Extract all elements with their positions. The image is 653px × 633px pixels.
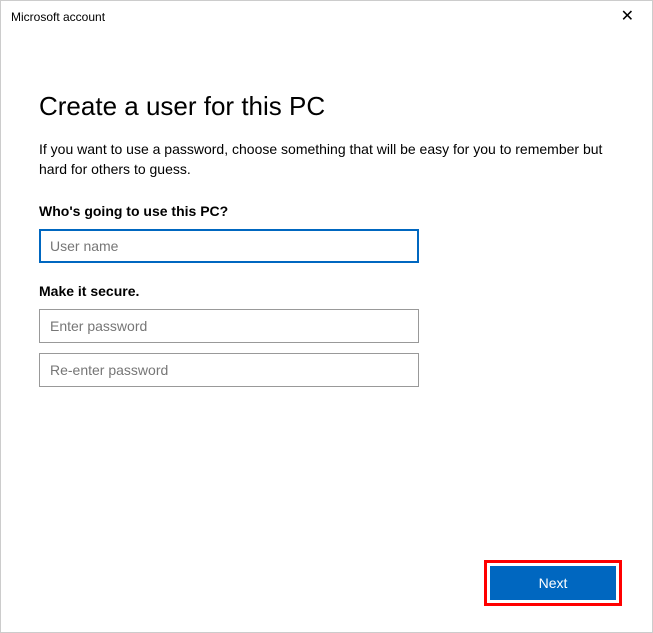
close-icon[interactable]: ✕ xyxy=(615,7,640,27)
titlebar: Microsoft account ✕ xyxy=(1,1,652,31)
page-heading: Create a user for this PC xyxy=(39,91,614,122)
next-button[interactable]: Next xyxy=(490,566,616,600)
confirm-password-input[interactable] xyxy=(39,353,419,387)
password-input[interactable] xyxy=(39,309,419,343)
password-section: Make it secure. xyxy=(39,283,614,387)
content-area: Create a user for this PC If you want to… xyxy=(1,31,652,387)
username-label: Who's going to use this PC? xyxy=(39,203,614,219)
window-title: Microsoft account xyxy=(11,10,105,24)
page-subtitle: If you want to use a password, choose so… xyxy=(39,140,614,179)
username-input[interactable] xyxy=(39,229,419,263)
username-section: Who's going to use this PC? xyxy=(39,203,614,263)
password-label: Make it secure. xyxy=(39,283,614,299)
next-button-highlight: Next xyxy=(484,560,622,606)
footer: Next xyxy=(484,560,622,606)
